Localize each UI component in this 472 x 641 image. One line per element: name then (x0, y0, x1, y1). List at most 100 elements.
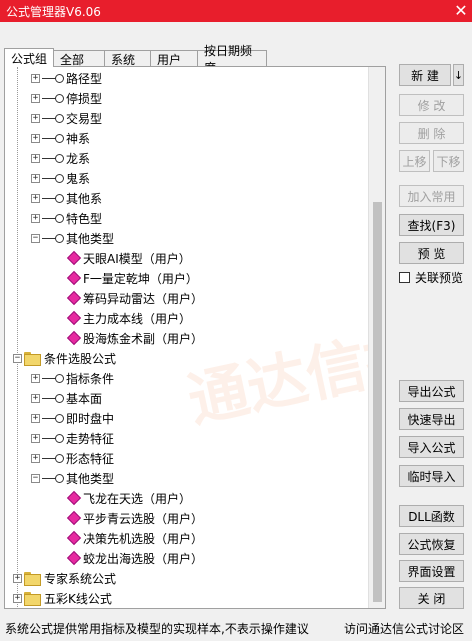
expand-toggle-icon[interactable]: + (13, 593, 22, 603)
expand-toggle-icon[interactable]: + (31, 93, 40, 103)
expand-toggle-icon[interactable]: + (31, 413, 40, 423)
tree-node-label: 其他系 (66, 191, 103, 206)
tree-node[interactable]: + 指标条件 (31, 368, 114, 388)
expand-toggle-icon[interactable]: − (13, 353, 22, 363)
expand-toggle-icon[interactable]: − (31, 473, 40, 483)
tree-node[interactable]: − 其他类型 (31, 468, 114, 488)
expand-toggle-icon[interactable]: + (31, 433, 40, 443)
vertical-scrollbar[interactable] (368, 67, 385, 608)
formula-node-icon (42, 393, 64, 403)
formula-node-icon (42, 153, 64, 163)
formula-node-icon (42, 133, 64, 143)
expand-toggle-icon[interactable]: + (31, 153, 40, 163)
tree-leaf[interactable]: 决策先机选股（用户） (66, 528, 204, 548)
tab-system[interactable]: 系统 (104, 50, 152, 67)
ui-settings-button[interactable]: 界面设置 (399, 560, 464, 582)
find-button[interactable]: 查找(F3) (399, 214, 464, 236)
preview-button[interactable]: 预 览 (399, 242, 464, 264)
tree-node-label: 鬼系 (66, 171, 91, 186)
tab-formula-group[interactable]: 公式组 (4, 48, 55, 67)
tree-leaf[interactable]: 主力成本线（用户） (66, 308, 191, 328)
tree-node-label: 筹码异动雷达（用户） (83, 291, 204, 306)
formula-leaf-icon (66, 490, 82, 506)
tree-node[interactable]: + 神系 (31, 128, 90, 148)
expand-toggle-icon[interactable]: + (31, 193, 40, 203)
move-up-button[interactable]: 上移 (399, 150, 430, 172)
formula-node-icon (42, 93, 64, 103)
folder-icon (24, 592, 41, 606)
tree-node[interactable]: + 交易型 (31, 108, 102, 128)
tab-user[interactable]: 用户 (150, 50, 199, 67)
tree-node-label: 决策先机选股（用户） (83, 531, 204, 546)
tree-leaf[interactable]: 飞龙在天选（用户） (66, 488, 191, 508)
expand-toggle-icon[interactable]: + (13, 573, 22, 583)
tree-node-label: 其他类型 (66, 231, 115, 246)
tree-leaf[interactable]: 股海炼金术副（用户） (66, 328, 203, 348)
tree-node-label: 蛟龙出海选股（用户） (83, 551, 204, 566)
formula-node-icon (42, 213, 64, 223)
tree-node[interactable]: + 停损型 (31, 88, 102, 108)
formula-leaf-icon (66, 290, 82, 306)
formula-node-icon (42, 473, 64, 483)
link-preview-checkbox[interactable] (399, 272, 410, 283)
move-down-button[interactable]: 下移 (433, 150, 464, 172)
new-button[interactable]: 新 建 (399, 64, 451, 86)
tree-node[interactable]: + 其他系 (31, 188, 102, 208)
link-preview-option[interactable]: 关联预览 (399, 269, 463, 286)
formula-tree-panel[interactable]: + 路径型 + 停损型 + 交易型 + 神系 + 龙系 + 鬼系 + 其他系 + 特色型 − 其他类型 天眼AI模型… (4, 66, 386, 609)
expand-toggle-icon[interactable]: + (31, 113, 40, 123)
tree-node-label: 指标条件 (66, 371, 115, 386)
formula-tree[interactable]: + 路径型 + 停损型 + 交易型 + 神系 + 龙系 + 鬼系 + 其他系 + 特色型 − 其他类型 天眼AI模型… (5, 67, 369, 608)
tree-leaf[interactable]: F一量定乾坤（用户） (66, 268, 198, 288)
formula-node-icon (42, 233, 64, 243)
tree-leaf[interactable]: 蛟龙出海选股（用户） (66, 548, 204, 568)
modify-button[interactable]: 修 改 (399, 94, 464, 116)
expand-toggle-icon[interactable]: + (31, 213, 40, 223)
tree-leaf[interactable]: 天眼AI模型（用户） (66, 248, 191, 268)
import-button[interactable]: 导入公式 (399, 436, 464, 458)
forum-link[interactable]: 访问通达信公式讨论区 (344, 620, 464, 637)
formula-node-icon (42, 433, 64, 443)
expand-toggle-icon[interactable]: + (31, 133, 40, 143)
tree-node[interactable]: + 走势特征 (31, 428, 114, 448)
export-button[interactable]: 导出公式 (399, 380, 464, 402)
tree-node[interactable]: + 基本面 (31, 388, 102, 408)
formula-node-icon (42, 453, 64, 463)
tree-leaf[interactable]: 平步青云选股（用户） (66, 508, 203, 528)
expand-toggle-icon[interactable]: + (31, 453, 40, 463)
scrollbar-thumb[interactable] (373, 202, 382, 602)
tree-folder[interactable]: + 专家系统公式 (13, 568, 116, 588)
tree-folder[interactable]: − 条件选股公式 (13, 348, 116, 368)
formula-leaf-icon (66, 270, 82, 286)
expand-toggle-icon[interactable]: + (31, 373, 40, 383)
tree-node[interactable]: + 形态特征 (31, 448, 114, 468)
delete-button[interactable]: 删 除 (399, 122, 464, 144)
close-button[interactable]: 关 闭 (399, 587, 464, 609)
dll-functions-button[interactable]: DLL函数 (399, 505, 464, 527)
formula-node-icon (42, 373, 64, 383)
quick-export-button[interactable]: 快速导出 (399, 408, 464, 430)
add-common-button[interactable]: 加入常用 (399, 185, 464, 207)
tab-by-date-frequency[interactable]: 按日期频度 (197, 44, 268, 75)
tree-node[interactable]: + 即时盘中 (31, 408, 114, 428)
tree-node[interactable]: + 鬼系 (31, 168, 90, 188)
tab-all[interactable]: 全部 (53, 50, 106, 67)
expand-toggle-icon[interactable]: − (31, 233, 40, 243)
restore-formula-button[interactable]: 公式恢复 (399, 533, 464, 555)
tree-folder[interactable]: + 五彩K线公式 (13, 588, 112, 608)
close-icon[interactable]: ✕ (452, 2, 470, 20)
expand-toggle-icon[interactable]: + (31, 73, 40, 83)
tree-node[interactable]: + 龙系 (31, 148, 90, 168)
formula-node-icon (42, 73, 64, 83)
tree-node[interactable]: − 其他类型 (31, 228, 114, 248)
tree-node-label: 基本面 (66, 391, 103, 406)
tree-node[interactable]: + 特色型 (31, 208, 102, 228)
tree-node[interactable]: + 路径型 (31, 68, 102, 88)
temp-import-button[interactable]: 临时导入 (399, 465, 464, 487)
expand-toggle-icon[interactable]: + (31, 173, 40, 183)
tree-node-label: 交易型 (66, 111, 103, 126)
tree-node-label: 其他类型 (66, 471, 115, 486)
expand-toggle-icon[interactable]: + (31, 393, 40, 403)
tree-leaf[interactable]: 筹码异动雷达（用户） (66, 288, 204, 308)
new-dropdown-button[interactable]: ↓ (453, 64, 464, 86)
